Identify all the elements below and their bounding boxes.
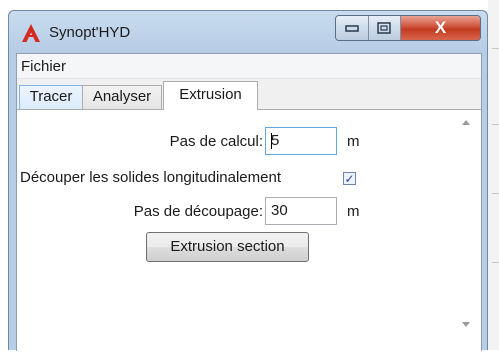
close-icon: X bbox=[434, 18, 447, 37]
app-window: Synopt'HYD X Fichier Tracer Analyser Ext… bbox=[8, 10, 488, 352]
pas-decoupage-input[interactable]: 30 bbox=[265, 197, 337, 225]
decouper-label: Découper les solides longitudinalement bbox=[20, 169, 281, 186]
app-logo-icon bbox=[22, 24, 40, 42]
decouper-checkbox[interactable]: ✓ bbox=[343, 172, 356, 185]
tab-strip: Tracer Analyser Extrusion bbox=[17, 79, 481, 110]
extrusion-section-button[interactable]: Extrusion section bbox=[146, 232, 309, 262]
tab-extrusion[interactable]: Extrusion bbox=[163, 81, 258, 110]
background-window-edge bbox=[488, 0, 499, 350]
tab-analyser[interactable]: Analyser bbox=[82, 85, 162, 109]
maximize-button[interactable] bbox=[368, 16, 402, 40]
caption-buttons: X bbox=[335, 15, 481, 41]
menu-bar: Fichier bbox=[17, 54, 481, 79]
checkmark-icon: ✓ bbox=[344, 171, 355, 186]
pas-calcul-input[interactable]: 5 bbox=[265, 127, 337, 155]
pas-calcul-label: Pas de calcul: bbox=[169, 133, 263, 150]
scroll-down-icon[interactable] bbox=[462, 322, 470, 327]
extrusion-panel: Pas de calcul: 5 m Découper les solides … bbox=[17, 109, 481, 352]
pas-decoupage-label: Pas de découpage: bbox=[133, 203, 263, 220]
close-button[interactable]: X bbox=[401, 16, 480, 40]
pas-calcul-unit: m bbox=[347, 133, 360, 150]
title-bar[interactable]: Synopt'HYD X bbox=[9, 11, 487, 53]
window-title: Synopt'HYD bbox=[49, 24, 131, 41]
minimize-button[interactable] bbox=[336, 16, 369, 40]
text-caret bbox=[271, 133, 272, 149]
scroll-up-icon[interactable] bbox=[462, 120, 470, 125]
vertical-scrollbar[interactable] bbox=[454, 110, 479, 350]
minimize-icon bbox=[345, 25, 359, 32]
pas-decoupage-unit: m bbox=[347, 203, 360, 220]
menu-fichier[interactable]: Fichier bbox=[21, 58, 66, 75]
client-area: Fichier Tracer Analyser Extrusion Pas de… bbox=[16, 53, 482, 352]
tab-tracer[interactable]: Tracer bbox=[19, 85, 83, 109]
maximize-icon bbox=[377, 22, 392, 34]
